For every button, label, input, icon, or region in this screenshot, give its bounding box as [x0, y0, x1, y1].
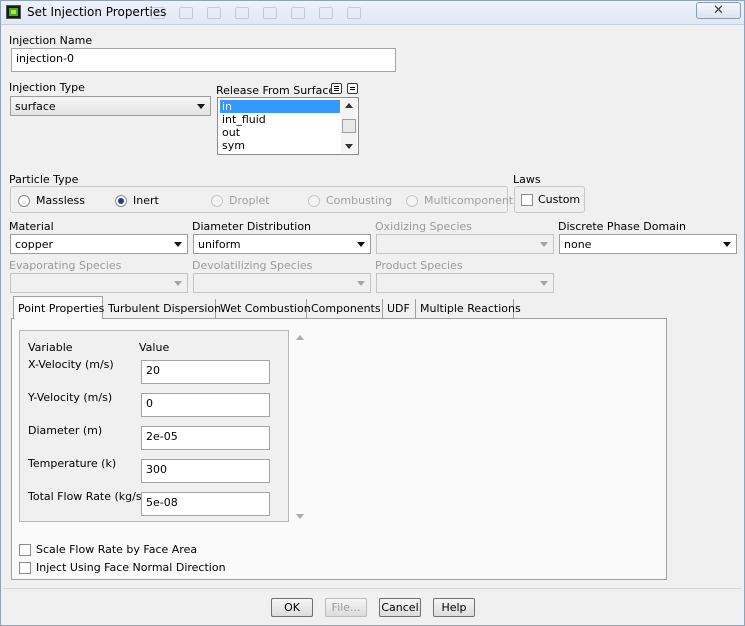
radio-label: Combusting — [326, 194, 393, 207]
tab-turbulent-dispersion[interactable]: Turbulent Dispersion — [104, 299, 221, 319]
surface-item-sym[interactable]: sym — [220, 139, 340, 152]
diameter-distribution-label: Diameter Distribution — [192, 220, 312, 233]
injection-name-input[interactable]: injection-0 — [11, 48, 396, 72]
cancel-button[interactable]: Cancel — [379, 598, 421, 617]
value-column-header: Value — [139, 341, 170, 354]
oxidizing-species-select — [376, 234, 554, 254]
footer-separator — [3, 588, 742, 589]
select-all-surfaces-button[interactable] — [331, 83, 342, 94]
evaporating-species-select — [10, 273, 188, 293]
particle-type-inert-radio[interactable]: Inert — [115, 194, 159, 207]
diameter-label: Diameter (m) — [28, 424, 103, 437]
scale-flow-rate-checkbox[interactable]: Scale Flow Rate by Face Area — [19, 543, 197, 556]
particle-type-label: Particle Type — [9, 173, 79, 186]
inject-face-normal-checkbox[interactable]: Inject Using Face Normal Direction — [19, 561, 226, 574]
radio-label: Massless — [36, 194, 85, 207]
tab-point-properties[interactable]: Point Properties — [13, 296, 104, 319]
release-from-surfaces-label: Release From Surfaces — [216, 84, 341, 97]
ghost-tool-icon — [207, 7, 221, 19]
diameter-distribution-select[interactable]: uniform — [193, 234, 371, 254]
laws-custom-checkbox[interactable]: Custom — [521, 193, 580, 206]
checkbox-label: Custom — [538, 193, 581, 206]
y-velocity-label: Y-Velocity (m/s) — [28, 391, 113, 404]
injection-type-select[interactable]: surface — [10, 96, 211, 116]
ghost-tool-icon — [347, 7, 361, 19]
radio-label: Multicomponent — [424, 194, 514, 207]
material-label: Material — [9, 220, 54, 233]
material-select[interactable]: copper — [10, 234, 188, 254]
window-title: Set Injection Properties — [27, 5, 167, 19]
ghost-tool-icon — [151, 7, 165, 19]
ghost-tool-icon — [235, 7, 249, 19]
close-button[interactable]: ✕ — [696, 2, 741, 19]
checkbox-icon — [19, 543, 31, 556]
checkbox-icon — [521, 193, 533, 206]
scroll-thumb[interactable] — [342, 119, 356, 133]
evaporating-species-label: Evaporating Species — [9, 259, 122, 272]
y-velocity-input[interactable]: 0 — [141, 393, 270, 417]
variable-column-header: Variable — [28, 341, 73, 354]
scroll-up-icon[interactable] — [296, 335, 304, 340]
particle-type-droplet-radio: Droplet — [211, 194, 270, 207]
tab-udf[interactable]: UDF — [383, 299, 416, 319]
point-properties-panel: Variable Value X-Velocity (m/s) 20 Y-Vel… — [11, 318, 667, 580]
radio-label: Droplet — [229, 194, 270, 207]
point-properties-table: Variable Value X-Velocity (m/s) 20 Y-Vel… — [19, 330, 289, 522]
total-flow-rate-input[interactable]: 5e-08 — [141, 492, 270, 516]
radio-selected-icon — [115, 194, 127, 207]
checkbox-label: Inject Using Face Normal Direction — [36, 561, 226, 574]
diameter-input[interactable]: 2e-05 — [141, 426, 270, 450]
oxidizing-species-label: Oxidizing Species — [375, 220, 472, 233]
fluent-app-icon — [6, 5, 21, 19]
ghost-tool-icon — [291, 7, 305, 19]
radio-icon — [18, 194, 30, 207]
discrete-phase-domain-label: Discrete Phase Domain — [558, 220, 686, 233]
background-toolbar-ghost — [151, 7, 361, 19]
point-properties-scrollbar[interactable] — [294, 332, 306, 522]
ghost-tool-icon — [319, 7, 333, 19]
x-velocity-input[interactable]: 20 — [141, 360, 270, 384]
product-species-select — [376, 273, 554, 293]
temperature-input[interactable]: 300 — [141, 459, 270, 483]
ok-button[interactable]: OK — [271, 598, 313, 617]
discrete-phase-domain-select[interactable]: none — [559, 234, 737, 254]
tab-multiple-reactions[interactable]: Multiple Reactions — [416, 299, 521, 319]
scroll-down-icon[interactable] — [296, 514, 304, 519]
total-flow-rate-label: Total Flow Rate (kg/s) — [28, 490, 146, 503]
checkbox-icon — [19, 561, 31, 574]
radio-icon — [211, 194, 223, 207]
particle-type-massless-radio[interactable]: Massless — [18, 194, 85, 207]
devolatilizing-species-label: Devolatilizing Species — [192, 259, 313, 272]
close-icon: ✕ — [713, 3, 724, 18]
ghost-tool-icon — [179, 7, 193, 19]
release-surfaces-list[interactable]: in int_fluid out sym — [217, 97, 359, 155]
surface-item-int-fluid[interactable]: int_fluid — [220, 113, 340, 126]
surfaces-list-scrollbar[interactable] — [341, 99, 357, 153]
devolatilizing-species-select — [193, 273, 371, 293]
product-species-label: Product Species — [375, 259, 463, 272]
radio-label: Inert — [133, 194, 159, 207]
tab-wet-combustion[interactable]: Wet Combustion — [216, 299, 311, 319]
help-button[interactable]: Help — [433, 598, 475, 617]
checkbox-label: Scale Flow Rate by Face Area — [36, 543, 198, 556]
injection-name-label: Injection Name — [9, 34, 93, 47]
file-button: File... — [325, 598, 367, 617]
particle-type-multicomponent-radio: Multicomponent — [406, 194, 513, 207]
set-injection-properties-dialog: Set Injection Properties ✕ Injection Nam… — [0, 0, 745, 626]
surface-item-out[interactable]: out — [220, 126, 340, 139]
laws-label: Laws — [513, 173, 541, 186]
title-bar: Set Injection Properties ✕ — [1, 1, 744, 25]
radio-icon — [308, 194, 320, 207]
deselect-all-surfaces-button[interactable] — [347, 83, 358, 94]
injection-type-label: Injection Type — [9, 81, 85, 94]
temperature-label: Temperature (k) — [28, 457, 117, 470]
radio-icon — [406, 194, 418, 207]
tab-components[interactable]: Components — [307, 299, 383, 319]
surface-item-in[interactable]: in — [220, 100, 340, 113]
x-velocity-label: X-Velocity (m/s) — [28, 358, 114, 371]
ghost-tool-icon — [263, 7, 277, 19]
particle-type-combusting-radio: Combusting — [308, 194, 392, 207]
scroll-up-icon[interactable] — [345, 103, 353, 108]
scroll-down-icon[interactable] — [345, 144, 353, 149]
